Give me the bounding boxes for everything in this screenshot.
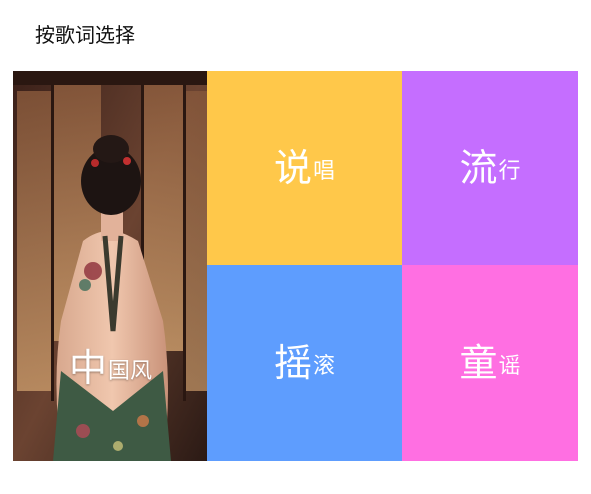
tile-label-rap: 说唱 bbox=[274, 149, 335, 187]
tile-label-pop: 流行 bbox=[459, 149, 520, 187]
tile-label-rap-main: 说 bbox=[273, 146, 312, 190]
tile-kids[interactable]: 童谣 bbox=[402, 265, 578, 461]
tile-label-chinese-style: 中国风 bbox=[69, 349, 152, 387]
tile-label-chinese-style-sub: 国风 bbox=[108, 359, 153, 384]
tile-label-kids-main: 童 bbox=[459, 341, 498, 385]
tile-label-pop-main: 流 bbox=[459, 146, 498, 190]
tile-label-kids-sub: 谣 bbox=[498, 354, 521, 379]
tile-rock[interactable]: 摇滚 bbox=[207, 265, 402, 461]
genre-grid: 中国风 说唱 流行 摇滚 童谣 bbox=[13, 71, 578, 461]
page-title: 按歌词选择 bbox=[35, 23, 135, 47]
tile-label-pop-sub: 行 bbox=[498, 159, 521, 184]
tile-label-kids: 童谣 bbox=[459, 344, 520, 382]
tile-label-rock-main: 摇 bbox=[273, 341, 312, 385]
tile-pop[interactable]: 流行 bbox=[402, 71, 578, 265]
tile-chinese-style[interactable]: 中国风 bbox=[13, 71, 207, 461]
tile-label-rock: 摇滚 bbox=[274, 344, 335, 382]
tile-rap[interactable]: 说唱 bbox=[207, 71, 402, 265]
portrait-photo-image bbox=[13, 71, 207, 461]
tile-label-rap-sub: 唱 bbox=[313, 159, 336, 184]
tile-label-chinese-style-main: 中 bbox=[69, 346, 108, 390]
tile-label-rock-sub: 滚 bbox=[313, 354, 336, 379]
